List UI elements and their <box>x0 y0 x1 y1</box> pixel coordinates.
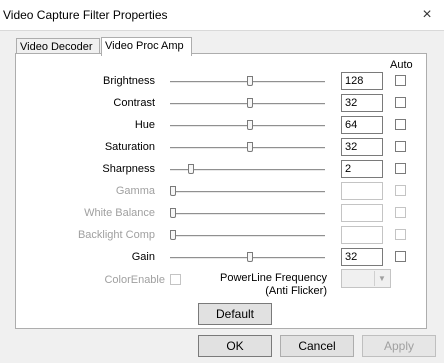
close-icon: × <box>422 6 432 23</box>
backlight-comp-label: Backlight Comp <box>77 229 155 241</box>
contrast-auto-checkbox[interactable] <box>395 97 406 108</box>
ok-button[interactable]: OK <box>198 335 272 357</box>
powerline-frequency-label: PowerLine Frequency (Anti Flicker) <box>205 272 327 298</box>
sharpness-auto-checkbox[interactable] <box>395 163 406 174</box>
contrast-slider-thumb[interactable] <box>247 98 253 108</box>
white-balance-label: White Balance <box>84 207 155 219</box>
backlight-comp-auto-checkbox[interactable] <box>395 229 406 240</box>
hue-value-field[interactable]: 64 <box>341 116 383 134</box>
sharpness-slider-thumb[interactable] <box>188 164 194 174</box>
apply-button[interactable]: Apply <box>362 335 436 357</box>
title-bar: Video Capture Filter Properties × <box>0 0 444 30</box>
default-button[interactable]: Default <box>198 303 272 325</box>
gain-auto-checkbox[interactable] <box>395 251 406 262</box>
hue-slider-thumb[interactable] <box>247 120 253 130</box>
powerline-label-line1: PowerLine Frequency <box>219 272 327 284</box>
brightness-slider-thumb[interactable] <box>247 76 253 86</box>
chevron-down-icon: ▼ <box>374 271 389 286</box>
saturation-auto-checkbox[interactable] <box>395 141 406 152</box>
auto-column-header: Auto <box>390 59 413 71</box>
gamma-value-field[interactable] <box>341 182 383 200</box>
cancel-button-label: Cancel <box>298 339 336 353</box>
saturation-slider-thumb[interactable] <box>247 142 253 152</box>
close-button[interactable]: × <box>416 4 438 26</box>
hue-label: Hue <box>134 119 155 131</box>
gamma-slider[interactable] <box>170 191 325 193</box>
gain-label: Gain <box>131 251 155 263</box>
ok-button-label: OK <box>226 339 244 353</box>
powerline-frequency-select[interactable]: ▼ <box>341 269 391 288</box>
color-enable-label: ColorEnable <box>104 274 165 286</box>
saturation-label: Saturation <box>104 141 155 153</box>
powerline-label-line2: (Anti Flicker) <box>265 285 327 297</box>
backlight-comp-slider-thumb[interactable] <box>170 230 176 240</box>
gamma-auto-checkbox[interactable] <box>395 185 406 196</box>
tab-label: Video Decoder <box>20 41 93 53</box>
cancel-button[interactable]: Cancel <box>280 335 354 357</box>
window-title: Video Capture Filter Properties <box>3 8 168 22</box>
gain-value-field[interactable]: 32 <box>341 248 383 266</box>
white-balance-auto-checkbox[interactable] <box>395 207 406 218</box>
color-enable-checkbox[interactable] <box>170 274 181 285</box>
sharpness-label: Sharpness <box>102 163 155 175</box>
brightness-auto-checkbox[interactable] <box>395 75 406 86</box>
sharpness-value-field[interactable]: 2 <box>341 160 383 178</box>
default-button-label: Default <box>215 307 255 321</box>
gamma-label: Gamma <box>115 185 155 197</box>
contrast-label: Contrast <box>113 97 155 109</box>
white-balance-slider-thumb[interactable] <box>170 208 176 218</box>
white-balance-value-field[interactable] <box>341 204 383 222</box>
white-balance-slider[interactable] <box>170 213 325 215</box>
hue-auto-checkbox[interactable] <box>395 119 406 130</box>
brightness-value-field[interactable]: 128 <box>341 72 383 90</box>
gamma-slider-thumb[interactable] <box>170 186 176 196</box>
tab-label: Video Proc Amp <box>105 40 184 52</box>
backlight-comp-value-field[interactable] <box>341 226 383 244</box>
contrast-value-field[interactable]: 32 <box>341 94 383 112</box>
backlight-comp-slider[interactable] <box>170 235 325 237</box>
apply-button-label: Apply <box>383 339 415 353</box>
brightness-label: Brightness <box>103 75 155 87</box>
tab-video-proc-amp[interactable]: Video Proc Amp <box>101 37 192 56</box>
gain-slider-thumb[interactable] <box>247 252 253 262</box>
saturation-value-field[interactable]: 32 <box>341 138 383 156</box>
